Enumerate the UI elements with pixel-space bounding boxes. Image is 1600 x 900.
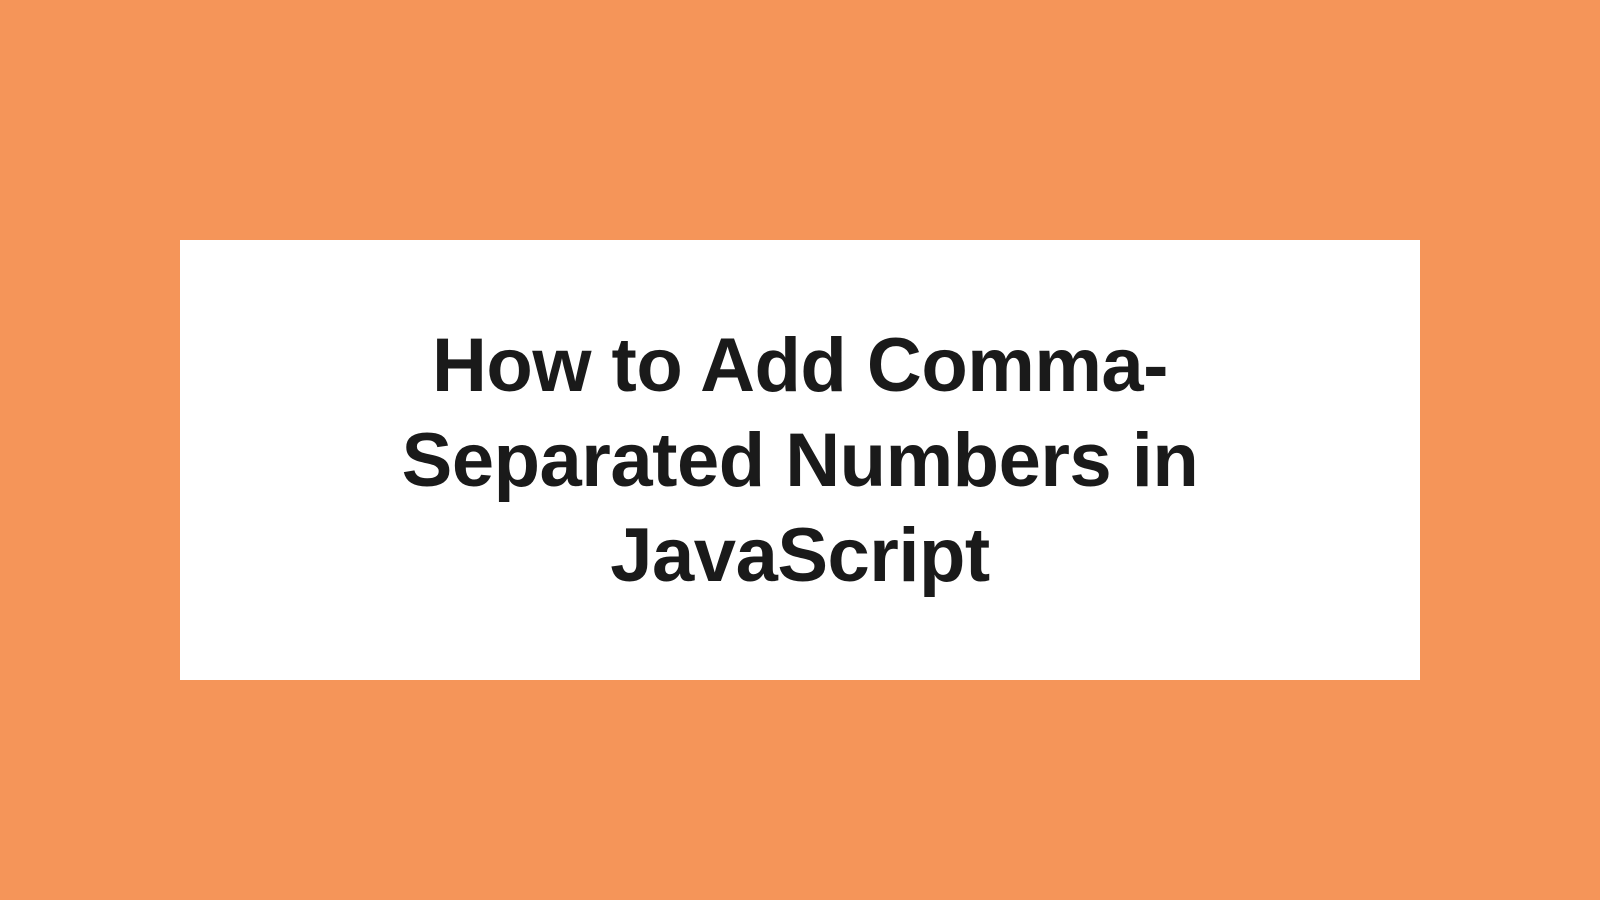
main-title: How to Add Comma-Separated Numbers in Ja…	[260, 318, 1340, 603]
title-card: How to Add Comma-Separated Numbers in Ja…	[180, 240, 1420, 680]
